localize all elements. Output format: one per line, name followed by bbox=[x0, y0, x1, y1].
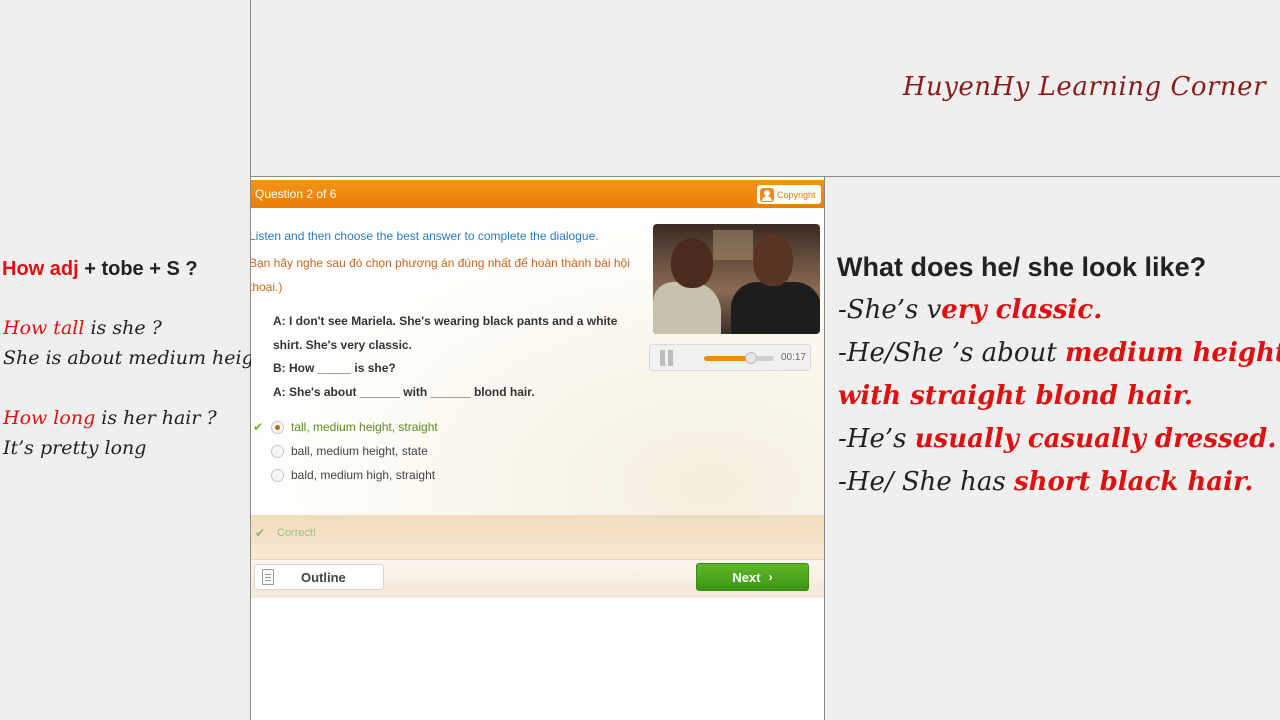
instruction-vietnamese: Bạn hãy nghe sau đó chọn phương án đúng … bbox=[251, 256, 630, 294]
audio-player: 00:17 bbox=[649, 344, 811, 371]
dialogue-line: B: How _____ is she? bbox=[273, 361, 396, 375]
player-footer: Outline Next › bbox=[251, 559, 824, 598]
dialogue-line: A: I don't see Mariela. She's wearing bl… bbox=[273, 314, 618, 352]
grammar-formula: How adj + tobe + S ? bbox=[2, 258, 198, 280]
next-button[interactable]: Next › bbox=[696, 563, 809, 591]
right-note-line: with straight blond hair. bbox=[838, 381, 1193, 411]
left-notes-panel: How adj + tobe + S ? How tall is she ? S… bbox=[0, 0, 274, 720]
audio-scrubber-handle[interactable] bbox=[744, 352, 757, 364]
copyright-label: Copyright bbox=[777, 189, 816, 200]
radio-button[interactable] bbox=[271, 420, 284, 434]
right-notes-title: What does he/ she look like? bbox=[837, 252, 1207, 282]
question-counter: Question 2 of 6 bbox=[255, 187, 337, 201]
feedback-area: ✔ Correct! bbox=[251, 515, 824, 559]
note-answer-height: She is about medium height bbox=[3, 347, 274, 369]
note-answer-hair: It’s pretty long bbox=[3, 437, 147, 459]
document-icon bbox=[262, 569, 274, 585]
answer-option[interactable]: bald, medium high, straight bbox=[271, 468, 435, 482]
check-icon: ✔ bbox=[253, 420, 264, 434]
right-note-line: -He/ She has short black hair. bbox=[838, 467, 1254, 497]
chevron-right-icon: › bbox=[768, 570, 773, 584]
pause-icon[interactable] bbox=[659, 350, 675, 366]
feedback-text: Correct! bbox=[277, 527, 317, 539]
brand-title: HuyenHy Learning Corner bbox=[902, 72, 1266, 102]
blank-area bbox=[251, 598, 824, 720]
right-note-line: -He/She ’s about medium height bbox=[838, 338, 1280, 368]
note-question-height: How tall is she ? bbox=[3, 317, 162, 339]
radio-button[interactable] bbox=[271, 468, 284, 482]
instruction-english: Listen and then choose the best answer t… bbox=[251, 229, 599, 243]
dialogue-line: A: She's about ______ with ______ blond … bbox=[273, 384, 535, 399]
answer-option[interactable]: tall, medium height, straight bbox=[271, 420, 438, 434]
right-note-line: -He’s usually casually dressed. bbox=[838, 424, 1277, 454]
copyright-button[interactable]: Copyright bbox=[757, 185, 821, 204]
question-header: Question 2 of 6 Copyright bbox=[251, 180, 824, 208]
dialogue-text: A: I don't see Mariela. She's wearing bl… bbox=[273, 310, 633, 404]
user-icon bbox=[760, 187, 774, 202]
note-question-hair: How long is her hair ? bbox=[3, 407, 217, 429]
radio-button[interactable] bbox=[271, 444, 284, 458]
audio-progress-track[interactable] bbox=[704, 352, 774, 364]
dialogue-photo bbox=[653, 224, 820, 334]
outline-button[interactable]: Outline bbox=[254, 564, 384, 590]
right-note-line: -She’s very classic. bbox=[838, 295, 1103, 325]
check-icon: ✔ bbox=[255, 526, 266, 540]
answer-option[interactable]: ball, medium height, state bbox=[271, 444, 428, 458]
audio-time: 00:17 bbox=[780, 352, 806, 363]
top-banner-panel: HuyenHy Learning Corner bbox=[251, 0, 1280, 177]
quiz-player: Question 2 of 6 Copyright Listen and the… bbox=[251, 177, 824, 598]
